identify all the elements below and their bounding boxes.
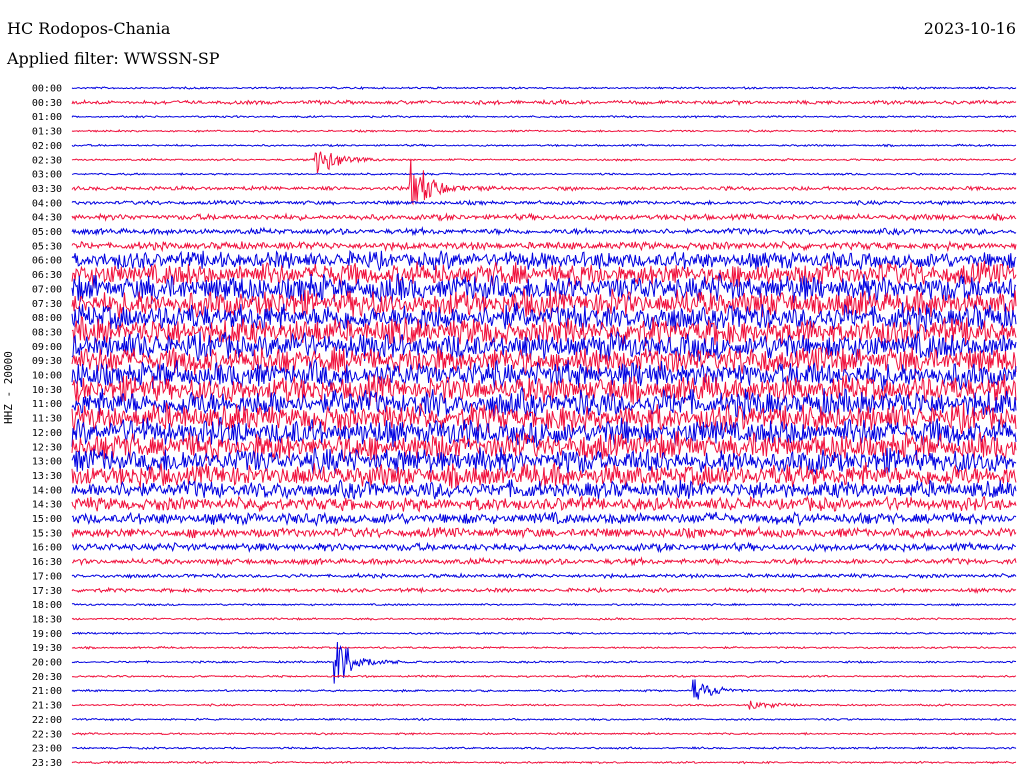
trace-line-0200 xyxy=(71,143,1017,148)
trace-line-1800 xyxy=(71,602,1017,607)
time-tick-label: 02:30 xyxy=(32,155,62,166)
time-tick-label: 11:30 xyxy=(32,414,62,425)
time-tick-label: 13:00 xyxy=(32,457,62,468)
time-tick-label: 13:30 xyxy=(32,471,62,482)
time-tick-label: 22:00 xyxy=(32,715,62,726)
trace-line-2030 xyxy=(71,674,1017,679)
trace-line-1400 xyxy=(71,479,1017,500)
time-tick-label: 18:30 xyxy=(32,614,62,625)
trace-line-0000 xyxy=(71,85,1017,91)
trace-line-0600 xyxy=(71,249,1017,272)
trace-line-1630 xyxy=(72,556,1017,567)
trace-line-0030 xyxy=(71,98,1017,106)
time-tick-label: 12:30 xyxy=(32,442,62,453)
time-tick-label: 19:30 xyxy=(32,643,62,654)
time-tick-label: 04:00 xyxy=(32,198,62,209)
time-tick-label: 03:30 xyxy=(32,184,62,195)
trace-line-2230 xyxy=(71,731,1017,736)
time-tick-label: 14:00 xyxy=(32,485,62,496)
time-tick-label: 02:00 xyxy=(32,141,62,152)
time-tick-label: 07:30 xyxy=(32,299,62,310)
time-tick-label: 10:00 xyxy=(32,371,62,382)
trace-line-2100 xyxy=(71,679,1017,700)
trace-line-2130 xyxy=(71,700,1017,710)
time-tick-label: 06:00 xyxy=(32,256,62,267)
time-tick-label: 00:30 xyxy=(32,98,62,109)
time-tick-label: 15:30 xyxy=(32,528,62,539)
time-tick-label: 22:30 xyxy=(32,729,62,740)
trace-line-0900 xyxy=(71,330,1017,363)
seismogram-plot: 00:00 00:30 01:00 01:30 02:00 02:30 03:00 03:30… xyxy=(32,84,1017,769)
time-tick-label: 00:00 xyxy=(32,84,62,95)
time-tick-label: 04:30 xyxy=(32,213,62,224)
trace-line-1600 xyxy=(71,541,1017,554)
time-tick-label: 17:30 xyxy=(32,586,62,597)
time-tick-label: 01:30 xyxy=(32,127,62,138)
trace-line-0330 xyxy=(71,158,1017,206)
time-tick-label: 01:00 xyxy=(32,112,62,123)
trace-line-0300 xyxy=(71,172,1017,176)
time-tick-label: 21:30 xyxy=(32,701,62,712)
trace-line-1330 xyxy=(71,461,1017,489)
time-tick-label: 15:00 xyxy=(32,514,62,525)
time-tick-label: 18:00 xyxy=(32,600,62,611)
time-tick-label: 23:00 xyxy=(32,744,62,755)
time-tick-label: 11:00 xyxy=(32,399,62,410)
time-tick-label: 17:00 xyxy=(32,571,62,582)
trace-line-2330 xyxy=(71,760,1017,765)
time-tick-label: 19:00 xyxy=(32,629,62,640)
time-tick-label: 20:30 xyxy=(32,672,62,683)
trace-line-0400 xyxy=(71,199,1017,207)
time-tick-label: 07:00 xyxy=(32,284,62,295)
time-tick-label: 08:30 xyxy=(32,327,62,338)
trace-line-0500 xyxy=(71,226,1017,237)
time-tick-label: 09:00 xyxy=(32,342,62,353)
time-tick-label: 12:00 xyxy=(32,428,62,439)
trace-line-1530 xyxy=(71,525,1017,540)
time-tick-label: 05:30 xyxy=(32,241,62,252)
time-tick-label: 16:00 xyxy=(32,543,62,554)
trace-line-1830 xyxy=(71,617,1017,621)
trace-line-2200 xyxy=(71,717,1017,722)
trace-line-0130 xyxy=(71,129,1017,133)
trace-line-0530 xyxy=(71,240,1017,253)
time-tick-label: 21:00 xyxy=(32,686,62,697)
trace-line-0230 xyxy=(71,151,1016,174)
trace-line-1900 xyxy=(71,631,1017,636)
trace-line-1700 xyxy=(71,572,1017,580)
time-tick-label: 20:00 xyxy=(32,658,62,669)
trace-line-0830 xyxy=(71,315,1017,347)
time-tick-label: 14:30 xyxy=(32,500,62,511)
time-tick-label: 03:00 xyxy=(32,170,62,181)
trace-line-1930 xyxy=(71,645,1017,650)
trace-line-2300 xyxy=(71,746,1017,750)
time-tick-label: 10:30 xyxy=(32,385,62,396)
time-tick-label: 06:30 xyxy=(32,270,62,281)
time-tick-label: 05:00 xyxy=(32,227,62,238)
trace-line-1730 xyxy=(71,586,1017,594)
trace-line-1430 xyxy=(71,495,1017,513)
trace-line-0100 xyxy=(71,114,1017,119)
trace-line-1500 xyxy=(71,511,1017,527)
time-tick-label: 23:30 xyxy=(32,758,62,769)
trace-line-0430 xyxy=(71,212,1017,222)
trace-line-2000 xyxy=(71,641,1017,684)
time-tick-label: 09:30 xyxy=(32,356,62,367)
time-tick-label: 16:30 xyxy=(32,557,62,568)
time-tick-label: 08:00 xyxy=(32,313,62,324)
